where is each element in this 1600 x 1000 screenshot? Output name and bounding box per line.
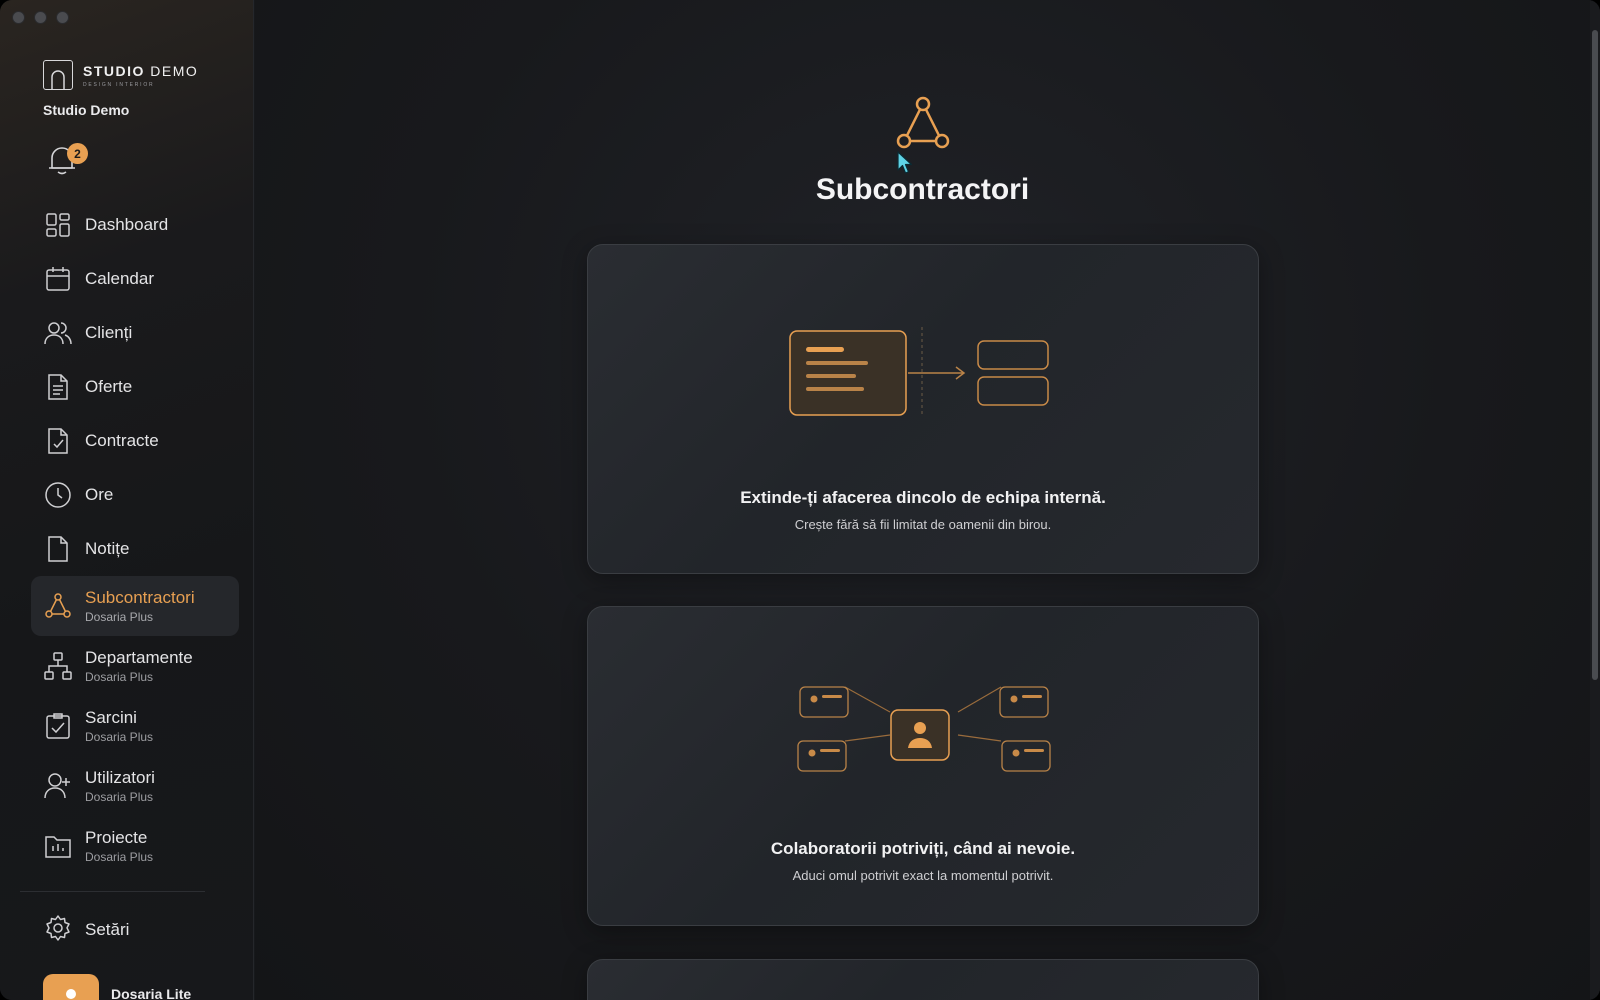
scrollbar-thumb[interactable]	[1592, 30, 1598, 680]
brand-tagline: DESIGN INTERIOR	[83, 81, 155, 88]
sidebar-nav: Dashboard Calendar Clienți Oferte Contra…	[31, 198, 239, 876]
card-subtitle: Crește fără să fii limitat de oamenii di…	[794, 517, 1052, 532]
sidebar: STUDIO DEMO DESIGN INTERIOR Studio Demo …	[0, 0, 254, 1000]
main-content: Subcontractori Extinde-ți afacerea dinco…	[255, 0, 1600, 1000]
org-chart-icon	[44, 652, 72, 680]
sidebar-item-label: Setări	[85, 920, 130, 939]
clock-icon	[44, 481, 72, 509]
sidebar-item-label: Departamente	[85, 648, 193, 667]
dashboard-icon	[44, 211, 72, 239]
sidebar-item-label: Subcontractori	[85, 588, 195, 607]
sidebar-item-plan: Dosaria Plus	[85, 610, 154, 624]
sidebar-item-notite[interactable]: Notițe	[31, 522, 239, 576]
document-icon	[44, 373, 72, 401]
sidebar-item-label: Sarcini	[85, 708, 137, 727]
maximize-window-button[interactable]	[56, 11, 69, 24]
sidebar-item-proiecte[interactable]: Proiecte Dosaria Plus	[31, 816, 239, 876]
brand-logo-icon	[43, 60, 73, 90]
workspace-name: Studio Demo	[43, 102, 130, 118]
sidebar-item-label: Oferte	[85, 377, 133, 396]
sidebar-item-label: Contracte	[85, 431, 159, 450]
minimize-window-button[interactable]	[34, 11, 47, 24]
account-avatar	[43, 974, 99, 1000]
folder-icon	[44, 832, 72, 860]
sidebar-item-departamente[interactable]: Departamente Dosaria Plus	[31, 636, 239, 696]
sidebar-item-label: Clienți	[85, 323, 133, 342]
sidebar-item-dashboard[interactable]: Dashboard	[31, 198, 239, 252]
page-title: Subcontractori	[815, 173, 1030, 206]
sidebar-item-label: Dashboard	[85, 215, 169, 234]
gear-icon	[44, 914, 72, 947]
sidebar-divider	[20, 891, 205, 892]
collaborators-illustration	[797, 686, 1051, 772]
scrollbar[interactable]	[1590, 0, 1600, 1000]
add-user-icon	[44, 772, 72, 800]
users-icon	[44, 319, 72, 347]
card-title: Colaboratorii potriviți, când ai nevoie.	[770, 839, 1076, 858]
workflow-illustration	[789, 327, 1049, 417]
card-title: Extinde-ți afacerea dincolo de echipa in…	[740, 488, 1106, 507]
note-icon	[44, 535, 72, 563]
network-icon	[44, 592, 72, 620]
sidebar-item-label: Proiecte	[85, 828, 148, 847]
sidebar-item-calendar[interactable]: Calendar	[31, 252, 239, 306]
notification-badge: 2	[67, 143, 88, 164]
sidebar-item-subcontractori[interactable]: Subcontractori Dosaria Plus	[31, 576, 239, 636]
sidebar-item-plan: Dosaria Plus	[85, 670, 154, 684]
sidebar-item-plan: Dosaria Plus	[85, 850, 154, 864]
sidebar-item-label: Utilizatori	[85, 768, 155, 787]
feature-card	[587, 959, 1259, 1000]
sidebar-item-clienti[interactable]: Clienți	[31, 306, 239, 360]
mouse-cursor-icon	[897, 151, 913, 174]
sidebar-item-label: Notițe	[85, 539, 130, 558]
sidebar-item-plan: Dosaria Plus	[85, 790, 154, 804]
brand-name: STUDIO DEMO	[83, 62, 199, 79]
account-name: Dosaria Lite	[111, 986, 192, 1000]
sidebar-item-label: Ore	[85, 485, 114, 504]
sidebar-item-utilizatori[interactable]: Utilizatori Dosaria Plus	[31, 756, 239, 816]
sidebar-item-setari[interactable]: Setări	[31, 906, 239, 954]
contract-icon	[44, 427, 72, 455]
network-icon	[896, 96, 950, 149]
feature-card: Colaboratorii potriviți, când ai nevoie.…	[587, 606, 1259, 926]
sidebar-item-contracte[interactable]: Contracte	[31, 414, 239, 468]
account-switcher[interactable]: Dosaria Lite	[43, 974, 191, 1000]
sidebar-item-oferte[interactable]: Oferte	[31, 360, 239, 414]
sidebar-item-label: Calendar	[85, 269, 154, 288]
card-subtitle: Aduci omul potrivit exact la momentul po…	[792, 868, 1054, 883]
app-window: STUDIO DEMO DESIGN INTERIOR Studio Demo …	[0, 0, 1600, 1000]
feature-card: Extinde-ți afacerea dincolo de echipa in…	[587, 244, 1259, 574]
brand[interactable]: STUDIO DEMO DESIGN INTERIOR	[43, 60, 198, 90]
sidebar-item-ore[interactable]: Ore	[31, 468, 239, 522]
calendar-icon	[44, 265, 72, 293]
close-window-button[interactable]	[12, 11, 25, 24]
task-icon	[44, 712, 72, 740]
sidebar-item-plan: Dosaria Plus	[85, 730, 154, 744]
window-controls	[12, 11, 69, 24]
sidebar-item-sarcini[interactable]: Sarcini Dosaria Plus	[31, 696, 239, 756]
